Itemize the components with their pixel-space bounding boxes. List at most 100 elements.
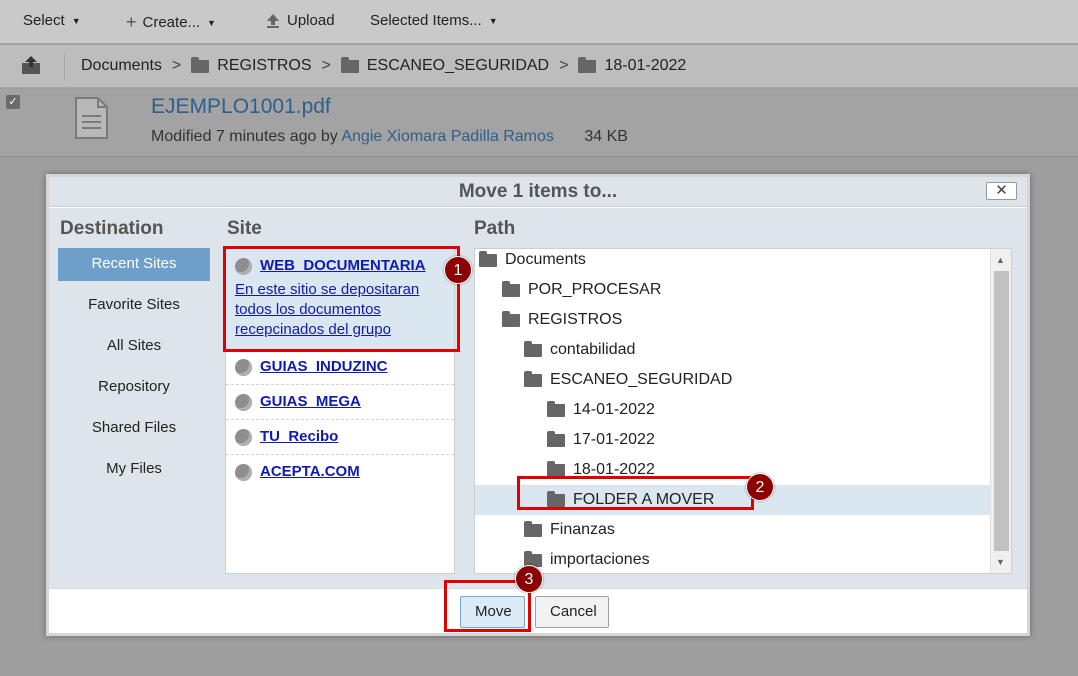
globe-icon <box>235 429 252 446</box>
folder-icon <box>524 370 542 387</box>
tree-node-label: ESCANEO_SEGURIDAD <box>550 371 733 388</box>
site-item[interactable]: TU_Recibo <box>226 420 454 455</box>
scrollbar-thumb[interactable] <box>994 271 1009 551</box>
folder-icon <box>547 460 565 477</box>
toolbar: Select ▼ + Create... ▼ Upload Selected I… <box>0 0 1078 44</box>
breadcrumb: Documents > REGISTROS > ESCANEO_SEGURIDA… <box>0 45 1078 88</box>
tree-node[interactable]: REGISTROS <box>475 305 991 335</box>
site-item[interactable]: GUIAS_MEGA <box>226 385 454 420</box>
dialog-footer: Move Cancel <box>49 588 1027 633</box>
parent-folder-icon[interactable] <box>20 55 42 75</box>
tree-node[interactable]: 17-01-2022 <box>475 425 991 455</box>
caret-down-icon: ▼ <box>71 15 81 26</box>
site-name[interactable]: ACEPTA.COM <box>260 463 446 480</box>
destination-my-files[interactable]: My Files <box>58 453 210 494</box>
tree-node[interactable]: POR_PROCESAR <box>475 275 991 305</box>
breadcrumb-registros[interactable]: REGISTROS <box>217 57 311 75</box>
folder-icon <box>340 56 359 73</box>
divider <box>64 53 65 81</box>
plus-icon: + <box>126 12 137 32</box>
tree-node-label: importaciones <box>550 551 650 568</box>
globe-icon <box>235 464 252 481</box>
tree-node-label: 14-01-2022 <box>573 401 655 418</box>
tree-node[interactable]: ESCANEO_SEGURIDAD <box>475 365 991 395</box>
upload-label: Upload <box>287 12 335 29</box>
folder-icon <box>547 430 565 447</box>
close-button[interactable]: ✕ <box>986 182 1017 200</box>
globe-icon <box>235 359 252 376</box>
tree-node[interactable]: Documents <box>475 249 991 275</box>
destination-repository[interactable]: Repository <box>58 371 210 412</box>
tree-node[interactable]: contabilidad <box>475 335 991 365</box>
create-menu[interactable]: + Create... ▼ <box>126 12 216 33</box>
cancel-button[interactable]: Cancel <box>535 596 609 628</box>
selected-items-menu[interactable]: Selected Items... ▼ <box>370 12 498 29</box>
site-name[interactable]: GUIAS_MEGA <box>260 393 446 410</box>
folder-icon <box>502 280 520 297</box>
breadcrumb-escaneo-seguridad[interactable]: ESCANEO_SEGURIDAD <box>367 57 549 75</box>
site-item[interactable]: ACEPTA.COM <box>226 455 454 489</box>
tree-node-label: Documents <box>505 251 586 268</box>
breadcrumb-current-folder: 18-01-2022 <box>604 57 687 74</box>
tree-node-label: REGISTROS <box>528 311 623 328</box>
upload-icon <box>267 13 279 28</box>
destination-shared-files[interactable]: Shared Files <box>58 412 210 453</box>
destination-favorite-sites[interactable]: Favorite Sites <box>58 289 210 330</box>
folder-icon <box>191 56 210 73</box>
callout-badge-3: 3 <box>515 565 543 593</box>
author-link[interactable]: Angie Xiomara Padilla Ramos <box>341 128 554 145</box>
upload-button[interactable]: Upload <box>265 12 335 29</box>
folder-icon <box>524 520 542 537</box>
document-row: ✓ EJEMPLO1001.pdf Modified 7 minutes ago… <box>0 89 1078 157</box>
document-meta: Modified 7 minutes ago by Angie Xiomara … <box>151 128 628 146</box>
breadcrumb-documents[interactable]: Documents <box>81 57 162 75</box>
globe-icon <box>235 394 252 411</box>
folder-icon <box>502 310 520 327</box>
caret-down-icon: ▼ <box>207 17 216 28</box>
breadcrumb-separator: > <box>171 57 182 74</box>
document-name-link[interactable]: EJEMPLO1001.pdf <box>151 95 331 119</box>
folder-icon <box>479 250 497 267</box>
folder-icon <box>578 56 597 73</box>
breadcrumb-separator: > <box>559 57 569 74</box>
highlight-box-2 <box>517 476 754 510</box>
caret-down-icon: ▼ <box>488 15 498 26</box>
select-menu[interactable]: Select ▼ <box>23 12 81 29</box>
dialog-title: Move 1 items to... <box>49 177 1027 207</box>
document-icon <box>75 97 108 139</box>
tree-node-label: contabilidad <box>550 341 636 358</box>
destination-all-sites[interactable]: All Sites <box>58 330 210 371</box>
tree-node[interactable]: Finanzas <box>475 515 991 545</box>
tree-node-label: Finanzas <box>550 521 615 538</box>
selected-items-label: Selected Items... <box>370 12 482 29</box>
select-menu-label: Select <box>23 12 65 29</box>
tree-scrollbar[interactable]: ▲ ▼ <box>990 249 1011 573</box>
scroll-down-icon[interactable]: ▼ <box>996 557 1005 567</box>
site-item[interactable]: GUIAS_INDUZINC <box>226 350 454 385</box>
destination-recent-sites[interactable]: Recent Sites <box>58 248 210 281</box>
scroll-up-icon[interactable]: ▲ <box>996 255 1005 265</box>
site-name[interactable]: TU_Recibo <box>260 428 446 445</box>
site-heading: Site <box>227 218 262 239</box>
folder-icon <box>524 340 542 357</box>
callout-badge-1: 1 <box>444 256 472 284</box>
path-tree: Documents POR_PROCESAR REGISTROS contabi… <box>474 248 1012 574</box>
modified-text: Modified 7 minutes ago by <box>151 128 338 145</box>
file-size: 34 KB <box>584 128 628 145</box>
destination-list: Recent Sites Favorite Sites All Sites Re… <box>58 248 210 494</box>
breadcrumb-separator: > <box>321 57 331 74</box>
create-menu-label: Create... <box>142 14 201 31</box>
callout-badge-2: 2 <box>746 473 774 501</box>
dialog-body: Destination Site Path Recent Sites Favor… <box>49 208 1027 588</box>
tree-node-label: 17-01-2022 <box>573 431 655 448</box>
tree-node[interactable]: importaciones <box>475 545 991 573</box>
folder-icon <box>547 400 565 417</box>
site-name[interactable]: GUIAS_INDUZINC <box>260 358 446 375</box>
path-heading: Path <box>474 218 516 239</box>
tree-node[interactable]: 14-01-2022 <box>475 395 991 425</box>
highlight-box-1 <box>223 246 460 352</box>
move-dialog: Move 1 items to... ✕ Destination Site Pa… <box>46 174 1030 636</box>
tree-node-label: POR_PROCESAR <box>528 281 662 298</box>
destination-heading: Destination <box>60 218 164 239</box>
document-checkbox[interactable]: ✓ <box>6 95 20 109</box>
